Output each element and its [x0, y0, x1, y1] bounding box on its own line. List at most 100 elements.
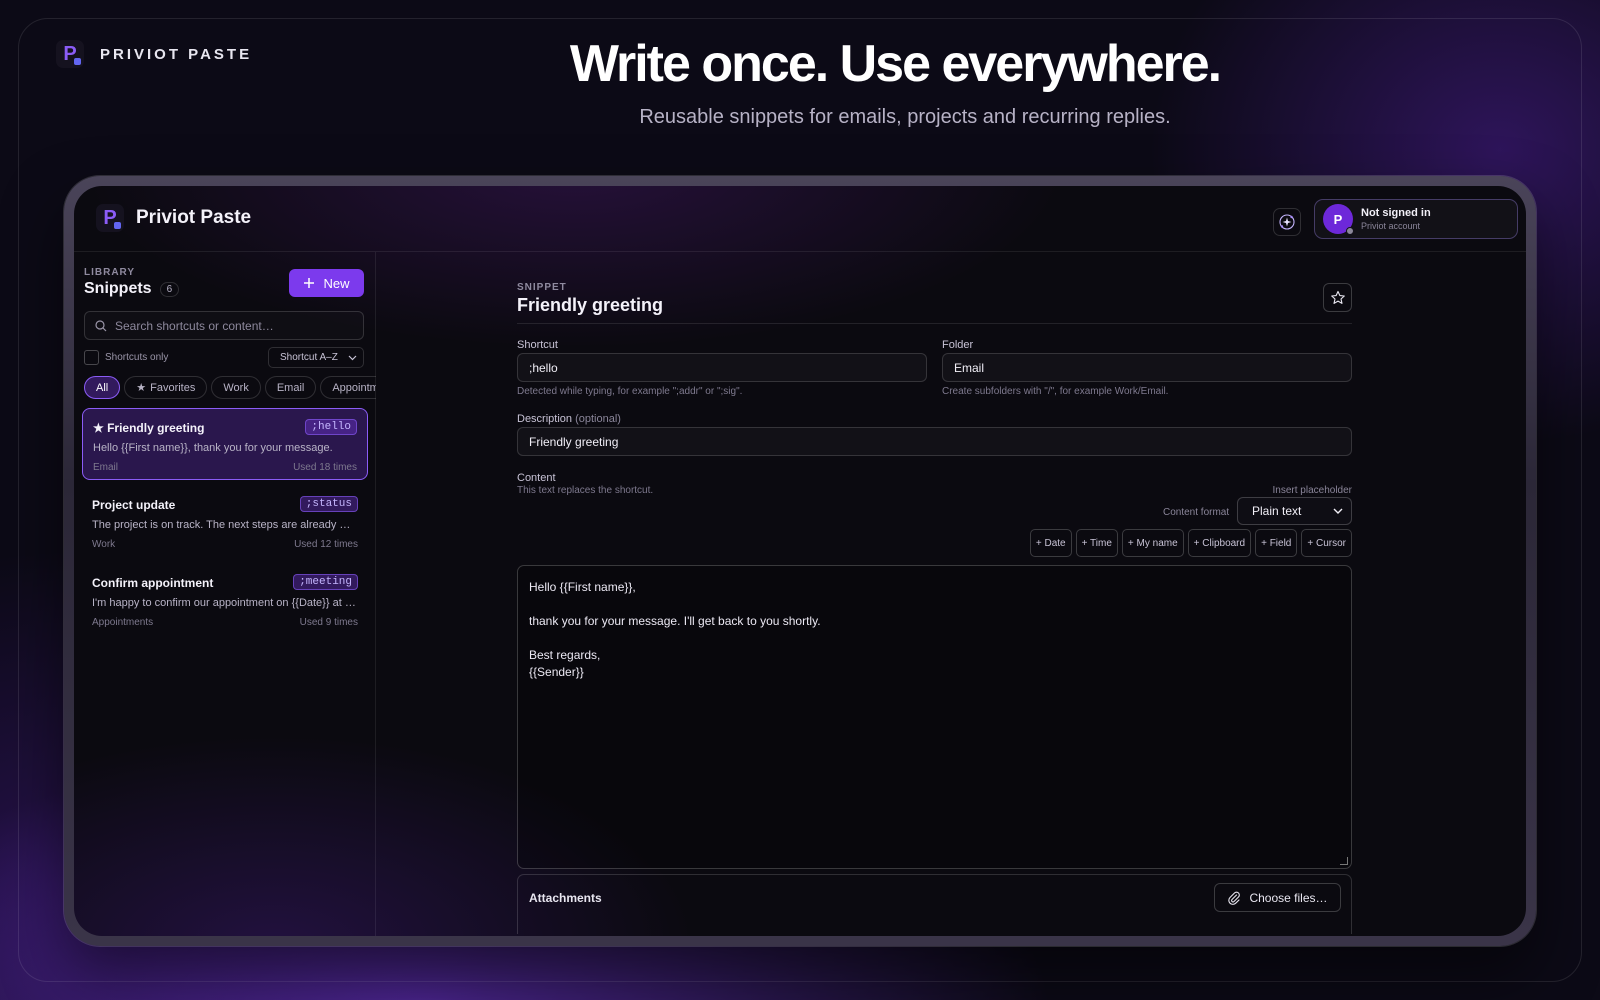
snippet-card[interactable]: Confirm appointment ;meeting I'm happy t… — [82, 564, 368, 636]
filter-work[interactable]: Work — [211, 376, 261, 399]
favorite-star-icon: ★ — [93, 421, 108, 435]
shortcuts-only-toggle[interactable]: Shortcuts only — [84, 350, 168, 365]
app-header: P Priviot Paste P Not signed in Priviot … — [74, 186, 1526, 252]
folder-input[interactable]: Email — [942, 353, 1352, 382]
star-icon: ★ — [136, 382, 147, 394]
placeholder-buttons: + Date + Time + My name + Clipboard + Fi… — [1029, 529, 1352, 557]
description-label-text: Description — [517, 413, 573, 425]
filter-email[interactable]: Email — [264, 376, 317, 399]
insert-date-button[interactable]: + Date — [1029, 529, 1072, 557]
content-format-select[interactable]: Plain text — [1237, 497, 1352, 525]
filter-favorites[interactable]: ★ Favorites — [124, 376, 208, 399]
new-button-label: New — [323, 275, 350, 291]
folder-label: Folder — [942, 339, 974, 351]
snippet-preview: Hello {{First name}}, thank you for your… — [93, 442, 333, 454]
app-logo-icon: P — [96, 204, 124, 232]
sort-value: Shortcut A–Z — [280, 352, 338, 363]
snippet-title: Confirm appointment — [92, 576, 214, 590]
new-snippet-button[interactable]: New — [289, 269, 364, 297]
snippets-title: Snippets — [84, 280, 152, 297]
app-brand: P Priviot Paste — [96, 204, 251, 232]
snippet-card[interactable]: ★ Friendly greeting ;hello Hello {{First… — [82, 408, 368, 480]
snippet-shortcut-badge: ;status — [299, 496, 358, 512]
snippet-folder: Email — [93, 462, 119, 473]
library-label: LIBRARY — [84, 267, 136, 278]
hero-title: Write once. Use everywhere. — [569, 35, 1222, 93]
sort-select[interactable]: Shortcut A–Z — [268, 347, 364, 368]
account-status: Not signed in — [1361, 207, 1431, 219]
snippet-title-row: ★ Friendly greeting — [93, 421, 204, 435]
snippet-preview: I'm happy to confirm our appointment on … — [92, 597, 356, 609]
search-icon — [95, 319, 107, 331]
snippet-folder: Appointments — [92, 617, 154, 628]
snippet-editor: SNIPPET Friendly greeting Shortcut ;hell… — [517, 252, 1352, 936]
choose-files-button[interactable]: Choose files… — [1214, 883, 1341, 912]
snippet-editor-title: Friendly greeting — [517, 295, 664, 315]
description-label: Description (optional) — [517, 413, 621, 425]
snippet-title: Friendly greeting — [107, 421, 205, 435]
chevron-down-icon — [1333, 508, 1343, 514]
content-line: {{Sender}} — [529, 665, 584, 679]
search-box — [84, 311, 364, 340]
sidebar: LIBRARY Snippets 6 New Shortcuts only — [74, 252, 376, 936]
brand-name: PRIVIOT PASTE — [100, 45, 253, 63]
shortcuts-only-checkbox[interactable] — [84, 350, 99, 365]
device-frame: P Priviot Paste P Not signed in Priviot … — [64, 176, 1536, 946]
content-hint: This text replaces the shortcut. — [517, 485, 654, 496]
plus-icon — [304, 278, 315, 288]
attachments-panel: Attachments Choose files… — [517, 874, 1352, 934]
content-label: Content — [517, 472, 556, 484]
avatar-initial: P — [1333, 211, 1343, 227]
avatar: P — [1323, 204, 1354, 235]
shortcut-hint: Detected while typing, for example ";add… — [517, 386, 743, 397]
status-dot — [1346, 227, 1354, 235]
insert-my-name-button[interactable]: + My name — [1121, 529, 1184, 557]
hero-subtitle: Reusable snippets for emails, projects a… — [639, 106, 1171, 128]
content-line: thank you for your message. I'll get bac… — [529, 614, 821, 628]
insert-clipboard-button[interactable]: + Clipboard — [1187, 529, 1252, 557]
choose-files-label: Choose files… — [1249, 890, 1328, 905]
search-input[interactable] — [115, 318, 355, 333]
snippet-usage: Used 12 times — [294, 539, 358, 550]
paperclip-icon — [1228, 891, 1241, 905]
snippet-usage: Used 18 times — [293, 462, 357, 473]
content-blank-line — [529, 596, 1340, 613]
insert-field-button[interactable]: + Field — [1255, 529, 1298, 557]
logo-icon: P — [56, 40, 84, 68]
snippet-shortcut-badge: ;meeting — [293, 574, 358, 590]
snippet-folder: Work — [92, 539, 116, 550]
description-input[interactable]: Friendly greeting — [517, 427, 1352, 456]
content-line: Best regards, — [529, 648, 601, 662]
snippets-heading: Snippets 6 — [84, 280, 180, 298]
shortcut-input[interactable]: ;hello — [517, 353, 927, 382]
snippet-section-label: SNIPPET — [517, 282, 567, 293]
filter-appointments[interactable]: Appointments — [320, 376, 376, 399]
content-format-value: Plain text — [1252, 504, 1302, 518]
page: P PRIVIOT PASTE Write once. Use everywhe… — [0, 0, 1600, 1000]
snippet-preview: The project is on track. The next steps … — [92, 519, 356, 531]
favorite-button[interactable] — [1323, 283, 1352, 312]
shortcuts-only-label: Shortcuts only — [105, 352, 169, 363]
content-format-label: Content format — [1163, 507, 1230, 518]
insert-cursor-button[interactable]: + Cursor — [1301, 529, 1352, 557]
attachments-label: Attachments — [529, 891, 602, 905]
content-textarea[interactable]: Hello {{First name}}, thank you for your… — [517, 565, 1352, 869]
resize-handle[interactable] — [1340, 857, 1348, 865]
filter-chips: All ★ Favorites Work Email Appointments — [84, 376, 376, 400]
account-label: Priviot account — [1361, 221, 1421, 231]
shortcut-label: Shortcut — [517, 339, 558, 351]
account-button[interactable]: P Not signed in Priviot account — [1314, 199, 1518, 239]
content-blank-line — [529, 630, 1340, 647]
folder-hint: Create subfolders with "/", for example … — [942, 386, 1169, 397]
header-divider — [517, 323, 1352, 324]
snippet-card[interactable]: Project update ;status The project is on… — [82, 486, 368, 558]
content-line: Hello {{First name}}, — [529, 580, 636, 594]
brand: P PRIVIOT PASTE — [56, 40, 252, 68]
filter-all[interactable]: All — [84, 376, 121, 399]
app-title: Priviot Paste — [136, 207, 252, 228]
insert-time-button[interactable]: + Time — [1075, 529, 1118, 557]
filter-favorites-label: Favorites — [150, 381, 196, 394]
chevron-down-icon — [348, 355, 357, 360]
sparkle-button[interactable] — [1273, 208, 1301, 236]
sparkle-icon — [1279, 214, 1295, 230]
